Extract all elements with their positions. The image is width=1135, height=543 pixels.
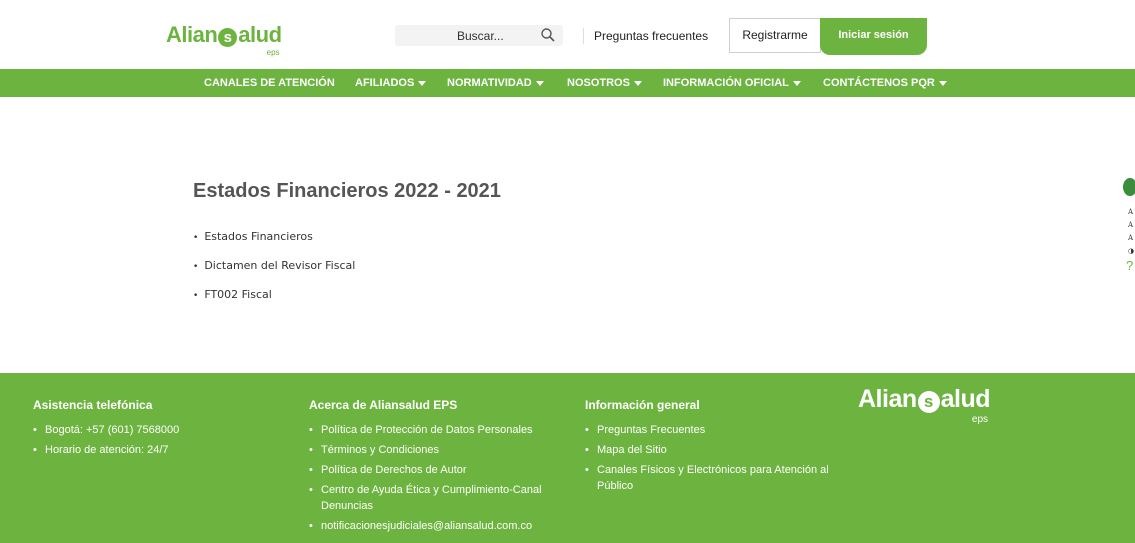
footer-phone-list: Bogotá: +57 (601) 7568000 Horario de ate…	[33, 422, 263, 458]
nav-item-label: NORMATIVIDAD	[447, 77, 532, 89]
contrast-button[interactable]: ◑	[1123, 245, 1135, 258]
nav-item-contactenos-pqr[interactable]: CONTÁCTENOS PQR	[823, 69, 947, 97]
logo-eps: eps	[971, 414, 989, 425]
footer-general-list: Preguntas Frecuentes Mapa del Sitio Cana…	[585, 422, 847, 494]
font-size-reset-button[interactable]: A	[1123, 219, 1135, 232]
help-icon[interactable]: ?	[1123, 258, 1135, 274]
document-list: • Estados Financieros • Dictamen del Revis…	[193, 228, 355, 315]
footer-about-column: Acerca de Aliansalud EPS Política de Pro…	[309, 398, 571, 538]
footer-link-ethics[interactable]: Centro de Ayuda Ética y Cumplimiento-Can…	[309, 482, 571, 514]
footer-hours-item: Horario de atención: 24/7	[33, 442, 263, 458]
footer-phone-title: Asistencia telefónica	[33, 398, 153, 412]
nav-item-informacion-oficial[interactable]: INFORMACIÓN OFICIAL	[663, 69, 801, 97]
nav-item-afiliados[interactable]: AFILIADOS	[355, 69, 427, 97]
nav-item-label: CONTÁCTENOS PQR	[823, 77, 935, 89]
accessibility-icon[interactable]	[1123, 178, 1135, 196]
font-size-decrease-button[interactable]: A	[1123, 206, 1135, 219]
logo-s-ball: s	[917, 391, 940, 413]
footer-link-channels[interactable]: Canales Físicos y Electrónicos para Aten…	[585, 462, 847, 494]
nav-item-label: INFORMACIÓN OFICIAL	[663, 77, 789, 89]
caret-down-icon	[792, 80, 801, 86]
aliansalud-logo[interactable]: Alian s alud eps	[166, 22, 282, 57]
nav-item-label: CANALES DE ATENCIÓN	[204, 77, 335, 89]
document-link[interactable]: FT002 Fiscal	[204, 288, 272, 301]
footer-about-title: Acerca de Aliansalud EPS	[309, 398, 458, 412]
nav-item-normatividad[interactable]: NORMATIVIDAD	[447, 69, 544, 97]
footer-link-copyright[interactable]: Política de Derechos de Autor	[309, 462, 571, 478]
main-nav: CANALES DE ATENCIÓN AFILIADOS NORMATIVID…	[0, 69, 1135, 97]
document-item[interactable]: • Dictamen del Revisor Fiscal	[193, 257, 355, 286]
footer-general-title: Información general	[585, 398, 700, 412]
logo-suffix: alud	[940, 385, 991, 413]
caret-down-icon	[535, 80, 544, 86]
document-item[interactable]: • Estados Financieros	[193, 228, 355, 257]
bullet-icon: •	[193, 291, 199, 301]
logo-prefix: Alian	[166, 22, 218, 47]
nav-item-canales[interactable]: CANALES DE ATENCIÓN	[204, 69, 335, 97]
accessibility-widget: A A A ◑ ?	[1123, 178, 1135, 274]
logo-prefix: Alian	[858, 385, 917, 413]
bullet-icon: •	[193, 233, 199, 243]
caret-down-icon	[633, 80, 642, 86]
caret-down-icon	[418, 80, 427, 86]
site-header: Alian s alud eps Preguntas frecuentes Re…	[0, 0, 1135, 68]
font-size-increase-button[interactable]: A	[1123, 232, 1135, 245]
logo-s-ball: s	[218, 28, 238, 47]
page: Alian s alud eps Preguntas frecuentes Re…	[0, 0, 1135, 543]
nav-item-label: AFILIADOS	[355, 77, 415, 89]
nav-item-nosotros[interactable]: NOSOTROS	[567, 69, 642, 97]
footer-link-email[interactable]: notificacionesjudiciales@aliansalud.com.…	[309, 518, 571, 534]
page-title: Estados Financieros 2022 - 2021	[193, 180, 501, 202]
search-input[interactable]	[395, 25, 533, 46]
footer-phone-item[interactable]: Bogotá: +57 (601) 7568000	[33, 422, 263, 438]
footer-general-column: Información general Preguntas Frecuentes…	[585, 398, 847, 498]
nav-item-label: NOSOTROS	[567, 77, 630, 89]
register-button[interactable]: Registrarme	[729, 18, 821, 53]
document-link[interactable]: Dictamen del Revisor Fiscal	[204, 259, 355, 272]
document-item[interactable]: • FT002 Fiscal	[193, 286, 355, 315]
footer-link-terms[interactable]: Términos y Condiciones	[309, 442, 571, 458]
footer-link-faq[interactable]: Preguntas Frecuentes	[585, 422, 847, 438]
footer-logo[interactable]: Alian s alud eps	[858, 385, 991, 425]
search-box	[395, 25, 563, 46]
site-footer: Asistencia telefónica Bogotá: +57 (601) …	[0, 373, 1135, 543]
login-button[interactable]: Iniciar sesión	[820, 18, 927, 55]
caret-down-icon	[938, 80, 947, 86]
footer-about-list: Política de Protección de Datos Personal…	[309, 422, 571, 534]
search-icon[interactable]	[541, 28, 555, 42]
faq-link[interactable]: Preguntas frecuentes	[583, 28, 708, 44]
footer-link-sitemap[interactable]: Mapa del Sitio	[585, 442, 847, 458]
document-link[interactable]: Estados Financieros	[204, 230, 313, 243]
footer-phone-column: Asistencia telefónica Bogotá: +57 (601) …	[33, 398, 263, 462]
logo-eps: eps	[266, 48, 280, 57]
bullet-icon: •	[193, 262, 199, 272]
footer-link-privacy[interactable]: Política de Protección de Datos Personal…	[309, 422, 571, 438]
logo-suffix: alud	[238, 22, 282, 47]
